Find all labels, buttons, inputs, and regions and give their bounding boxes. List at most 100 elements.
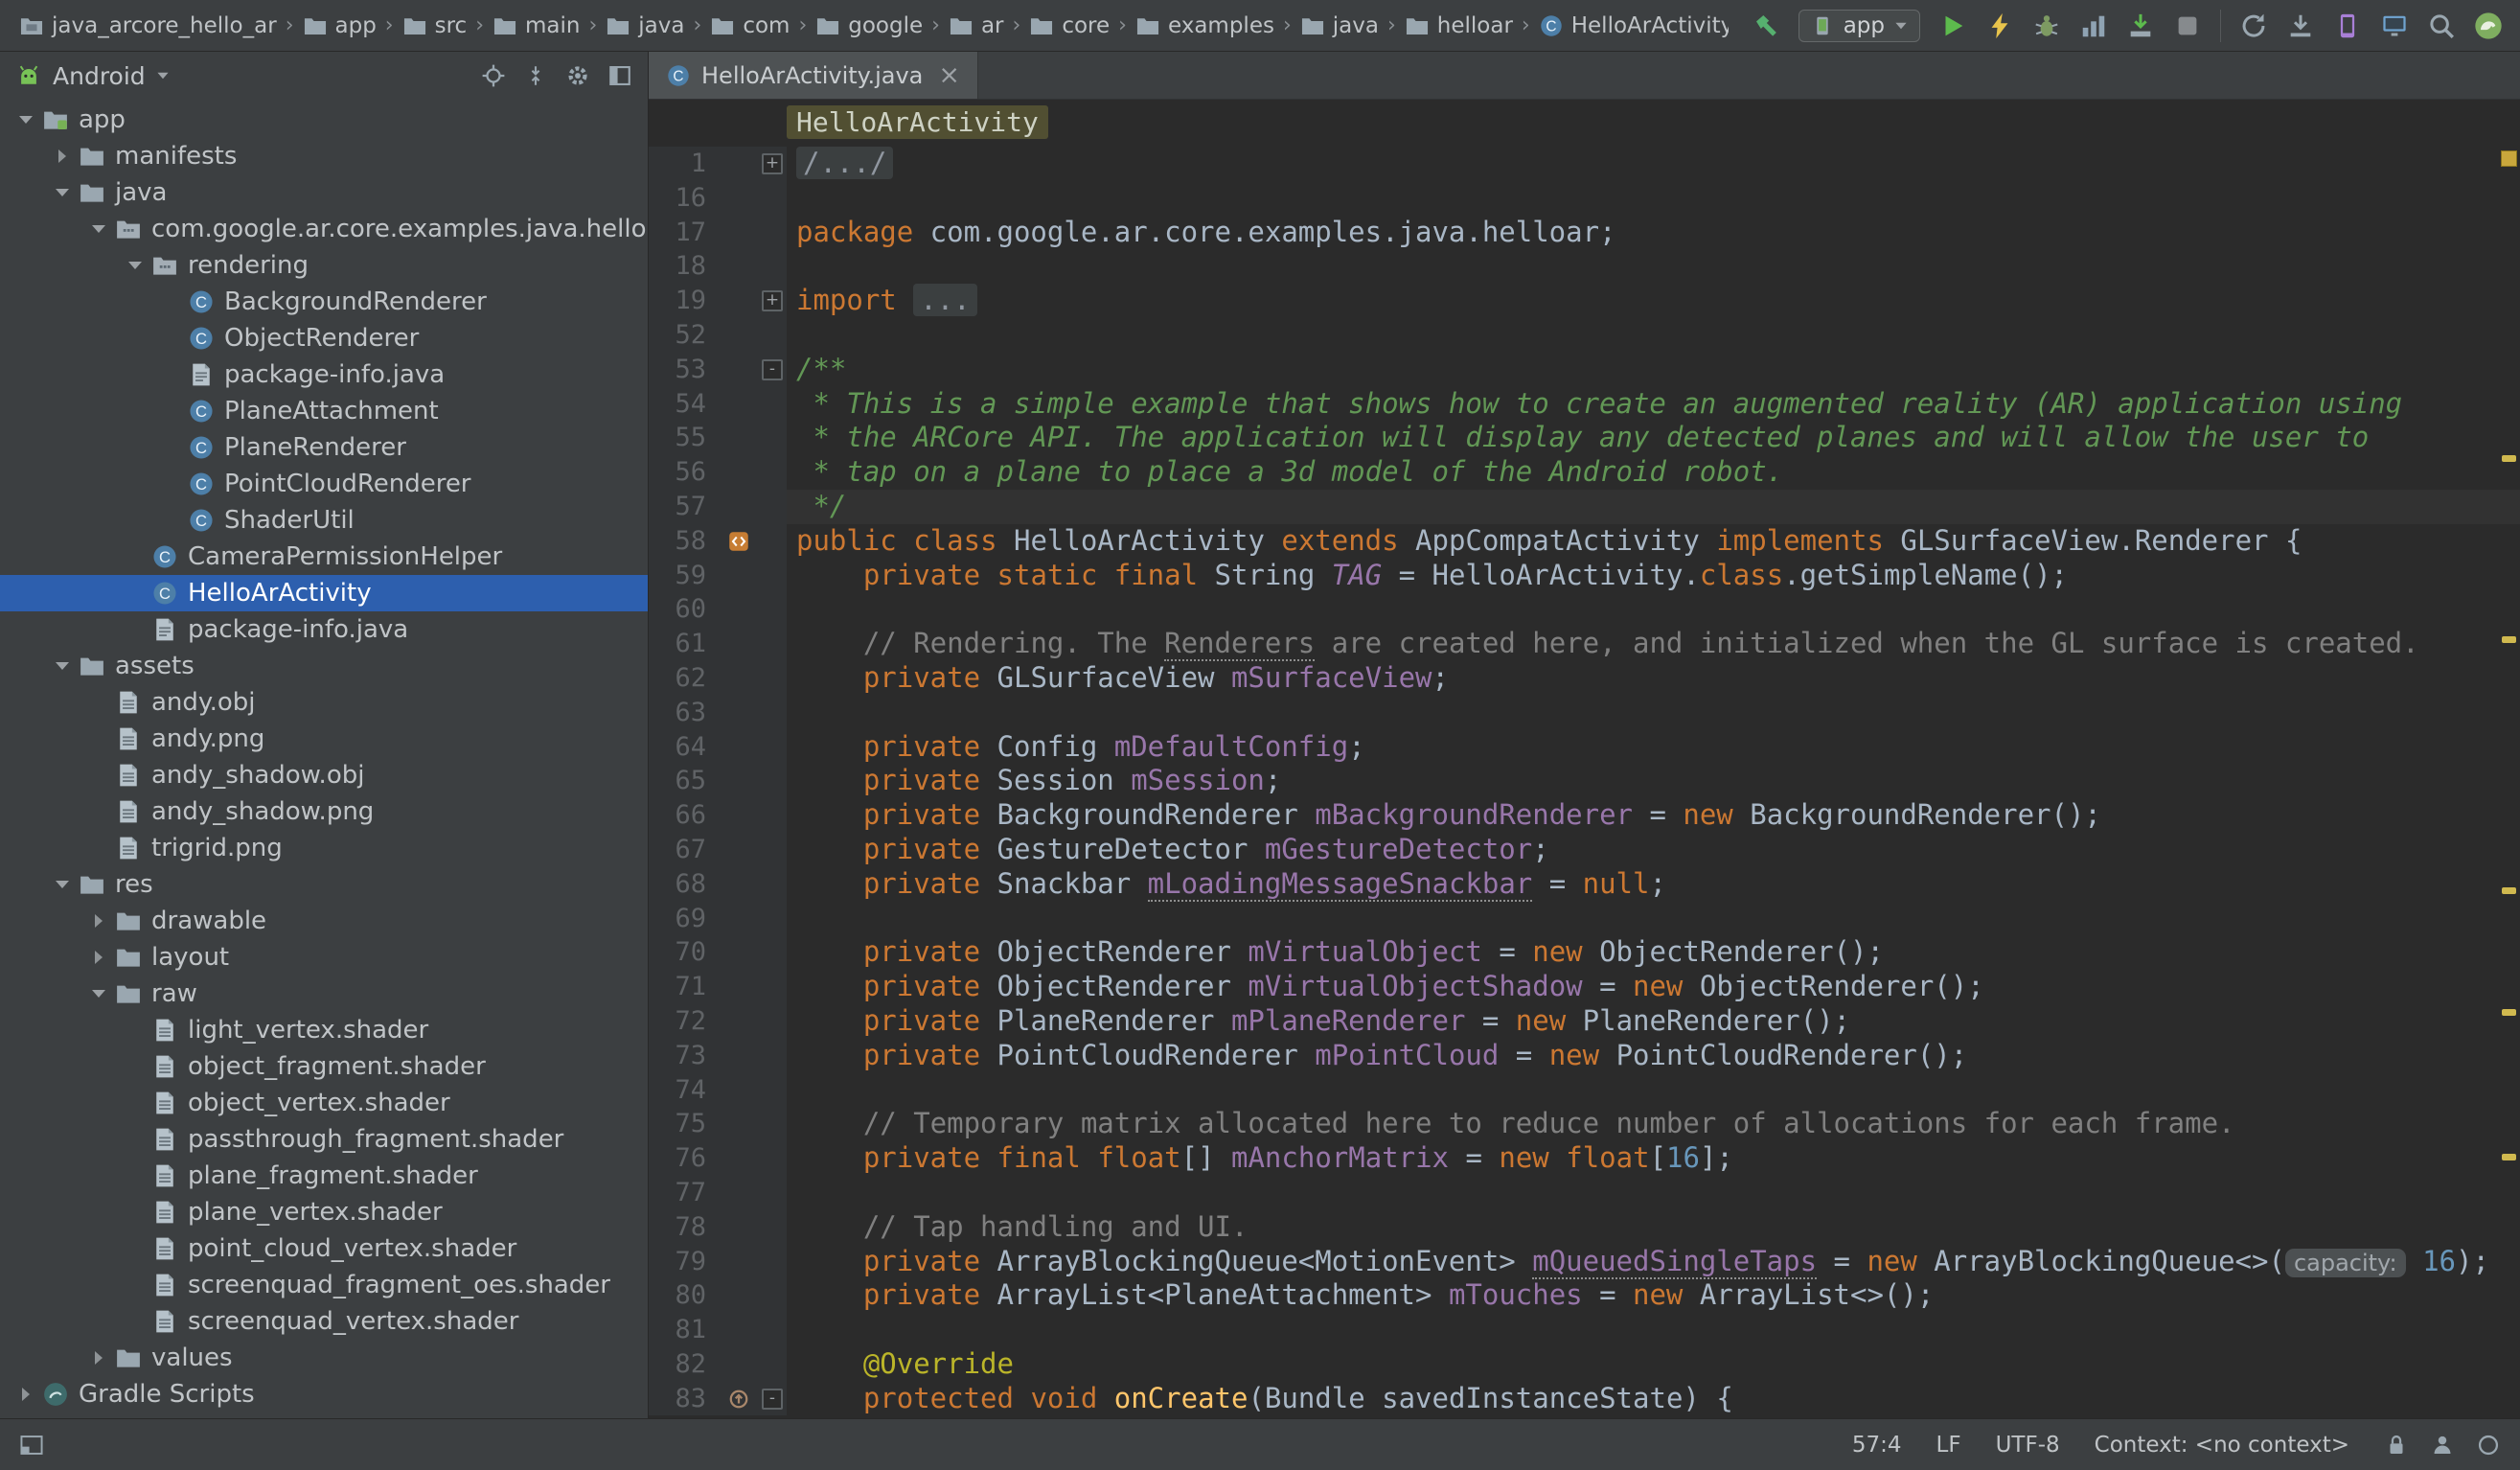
code-line-66[interactable]: 66 private BackgroundRenderer mBackgroun… (649, 798, 2520, 833)
code-text[interactable] (787, 902, 796, 936)
tree-item-light-vertex-shader[interactable]: light_vertex.shader (0, 1012, 648, 1048)
code-line-56[interactable]: 56 * tap on a plane to place a 3d model … (649, 455, 2520, 490)
code-line-65[interactable]: 65 private Session mSession; (649, 764, 2520, 798)
code-text[interactable]: private PointCloudRenderer mPointCloud =… (787, 1039, 1967, 1073)
code-line-19[interactable]: 19+import ... (649, 284, 2520, 318)
tree-item-plane-fragment-shader[interactable]: plane_fragment.shader (0, 1158, 648, 1194)
code-text[interactable]: private Snackbar mLoadingMessageSnackbar… (787, 867, 1666, 902)
chevron-right-icon[interactable] (82, 1351, 115, 1365)
line-number[interactable]: 1 (649, 147, 720, 181)
code-line-80[interactable]: 80 private ArrayList<PlaneAttachment> mT… (649, 1278, 2520, 1313)
chevron-down-icon[interactable] (119, 262, 151, 269)
avd-manager-icon[interactable] (2333, 11, 2362, 40)
context-widget[interactable]: Context: <no context> (2095, 1433, 2349, 1458)
line-number[interactable]: 65 (649, 764, 720, 798)
code-line-60[interactable]: 60 (649, 592, 2520, 627)
line-number[interactable]: 62 (649, 661, 720, 696)
breadcrumb-item-helloar[interactable]: helloar (1403, 13, 1515, 38)
code-text[interactable]: private Config mDefaultConfig; (787, 730, 1365, 765)
code-line-58[interactable]: 58public class HelloArActivity extends A… (649, 524, 2520, 559)
warning-stripe-mark[interactable] (2502, 1154, 2516, 1160)
line-number[interactable]: 55 (649, 421, 720, 455)
code-text[interactable] (787, 181, 796, 216)
code-text[interactable]: private ArrayList<PlaneAttachment> mTouc… (787, 1278, 1934, 1313)
code-line-79[interactable]: 79 private ArrayBlockingQueue<MotionEven… (649, 1245, 2520, 1279)
tool-windows-toggle-icon[interactable] (19, 1433, 44, 1458)
tree-item-helloaractivity[interactable]: CHelloArActivity (0, 575, 648, 611)
code-editor[interactable]: 1+/.../1617package com.google.ar.core.ex… (649, 145, 2520, 1418)
breadcrumb-item-java[interactable]: java (1298, 13, 1381, 38)
warning-stripe-mark[interactable] (2502, 1009, 2516, 1016)
profile-icon[interactable] (2079, 11, 2108, 40)
code-line-73[interactable]: 73 private PointCloudRenderer mPointClou… (649, 1039, 2520, 1073)
breadcrumb-item-core[interactable]: core (1027, 13, 1111, 38)
line-number[interactable]: 71 (649, 970, 720, 1004)
code-text[interactable]: private ArrayBlockingQueue<MotionEvent> … (787, 1245, 2489, 1279)
line-number[interactable]: 67 (649, 833, 720, 867)
line-number[interactable]: 17 (649, 216, 720, 250)
line-number[interactable]: 60 (649, 592, 720, 627)
line-number[interactable]: 63 (649, 696, 720, 730)
chevron-down-icon[interactable] (82, 990, 115, 998)
tree-item-andy-png[interactable]: andy.png (0, 721, 648, 757)
collapse-all-icon[interactable] (523, 63, 548, 88)
sdk-manager-icon[interactable] (2286, 11, 2315, 40)
breadcrumb-item-helloaractivity[interactable]: CHelloArActivity (1537, 13, 1729, 38)
debug-icon[interactable] (2032, 11, 2061, 40)
chevron-down-icon[interactable] (82, 225, 115, 233)
tree-item-res[interactable]: res (0, 866, 648, 903)
code-text[interactable]: private PlaneRenderer mPlaneRenderer = n… (787, 1004, 1850, 1039)
line-number[interactable]: 56 (649, 455, 720, 490)
line-number[interactable]: 73 (649, 1039, 720, 1073)
code-text[interactable]: */ (787, 490, 846, 524)
background-tasks-icon[interactable] (2476, 1433, 2501, 1458)
run-button-icon[interactable] (1938, 11, 1967, 40)
build-hammer-icon[interactable] (1752, 11, 1780, 40)
breadcrumb-item-ar[interactable]: ar (947, 13, 1006, 38)
tree-item-app[interactable]: app (0, 102, 648, 138)
code-line-53[interactable]: 53-/** (649, 353, 2520, 387)
tree-item-screenquad-vertex-shader[interactable]: screenquad_vertex.shader (0, 1303, 648, 1340)
line-number[interactable]: 72 (649, 1004, 720, 1039)
tree-item-plane-vertex-shader[interactable]: plane_vertex.shader (0, 1194, 648, 1230)
code-line-17[interactable]: 17package com.google.ar.core.examples.ja… (649, 216, 2520, 250)
code-text[interactable]: public class HelloArActivity extends App… (787, 524, 2302, 559)
tree-item-layout[interactable]: layout (0, 939, 648, 976)
encoding-widget[interactable]: UTF-8 (1996, 1433, 2060, 1458)
code-text[interactable]: private ObjectRenderer mVirtualObject = … (787, 935, 1884, 970)
line-number[interactable]: 64 (649, 730, 720, 765)
line-number[interactable]: 76 (649, 1141, 720, 1176)
fold-expand-toggle[interactable]: + (762, 153, 783, 174)
tree-item-planeattachment[interactable]: CPlaneAttachment (0, 393, 648, 429)
line-number[interactable]: 82 (649, 1347, 720, 1382)
code-text[interactable] (787, 696, 796, 730)
fold-collapse-toggle[interactable]: - (762, 1389, 783, 1410)
tree-item-package-info-java[interactable]: package-info.java (0, 611, 648, 648)
code-line-55[interactable]: 55 * the ARCore API. The application wil… (649, 421, 2520, 455)
tree-item-assets[interactable]: assets (0, 648, 648, 684)
warning-stripe-mark[interactable] (2502, 636, 2516, 643)
fold-expand-toggle[interactable]: + (762, 290, 783, 311)
code-text[interactable]: /** (787, 353, 846, 387)
settings-gear-icon[interactable] (565, 63, 590, 88)
line-number[interactable]: 18 (649, 249, 720, 284)
line-number[interactable]: 57 (649, 490, 720, 524)
line-number[interactable]: 77 (649, 1176, 720, 1210)
device-monitor-icon[interactable] (2380, 11, 2409, 40)
code-text[interactable]: * tap on a plane to place a 3d model of … (787, 455, 1783, 490)
code-text[interactable] (787, 249, 796, 284)
tree-item-trigrid-png[interactable]: trigrid.png (0, 830, 648, 866)
tree-item-java[interactable]: java (0, 174, 648, 211)
line-separator-widget[interactable]: LF (1936, 1433, 1961, 1458)
apply-changes-icon[interactable] (1985, 11, 2014, 40)
line-number[interactable]: 83 (649, 1382, 720, 1416)
code-text[interactable]: private BackgroundRenderer mBackgroundRe… (787, 798, 2101, 833)
breadcrumb-item-com[interactable]: com (708, 13, 791, 38)
line-number[interactable]: 52 (649, 318, 720, 353)
lock-icon[interactable] (2384, 1433, 2409, 1458)
breadcrumb-item-app[interactable]: app (301, 13, 378, 38)
code-text[interactable] (787, 1176, 796, 1210)
tree-item-passthrough-fragment-shader[interactable]: passthrough_fragment.shader (0, 1121, 648, 1158)
fold-collapse-toggle[interactable]: - (762, 359, 783, 380)
chevron-right-icon[interactable] (10, 1388, 42, 1401)
